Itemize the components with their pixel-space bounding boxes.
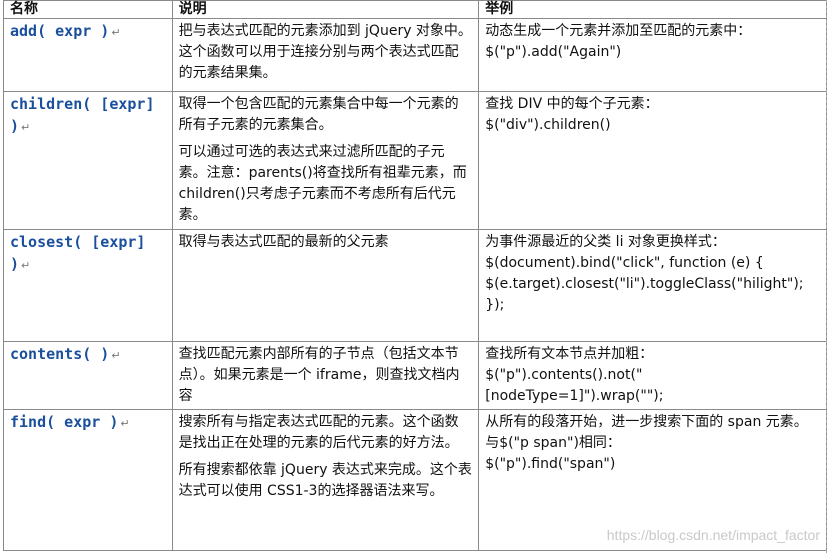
description-paragraph: 取得与表达式匹配的最新的父元素: [178, 234, 389, 250]
description-paragraph: 把与表达式匹配的元素添加到 jQuery 对象中。这个函数可以用于连接分别与两个…: [178, 23, 472, 81]
paragraph-mark-icon: ↵: [21, 121, 31, 134]
example-line: $(document).bind("click", function (e) {…: [485, 255, 804, 292]
description-paragraph: 搜索所有与指定表达式匹配的元素。这个函数是找出正在处理的元素的后代元素的好方法。: [178, 414, 459, 451]
table-row: contents( ) ↵ 查找匹配元素内部所有的子节点（包括文本节点）。如果元素是…: [3, 341, 827, 410]
description-paragraph: 可以通过可选的表达式来过滤所匹配的子元素。注意：parents()将查找所有祖辈…: [178, 144, 467, 223]
method-name: contents( ): [10, 345, 110, 363]
description-paragraph: 查找匹配元素内部所有的子节点（包括文本节点）。如果元素是一个 iframe，则查…: [178, 346, 460, 404]
description-cell: 搜索所有与指定表达式匹配的元素。这个函数是找出正在处理的元素的后代元素的好方法。…: [171, 409, 480, 551]
description-cell: 把与表达式匹配的元素添加到 jQuery 对象中。这个函数可以用于连接分别与两个…: [171, 18, 480, 92]
example-line: $("p").contents().not("[nodeType=1]").wr…: [485, 367, 664, 404]
paragraph-mark-icon: ↵: [120, 417, 130, 430]
example-line: 查找所有文本节点并加粗：: [485, 346, 654, 362]
example-line: });: [485, 297, 505, 313]
example-line: 查找 DIV 中的每个子元素：: [485, 96, 659, 112]
paragraph-mark-icon: ↵: [111, 349, 121, 362]
method-name: add( expr ): [10, 22, 110, 40]
example-line: 从所有的段落开始，进一步搜索下面的 span 元素。与$("p span")相同…: [485, 414, 808, 451]
watermark: https://blog.csdn.net/impact_factor: [606, 527, 820, 543]
method-name: children( [expr] ): [10, 95, 155, 135]
method-name: find( expr ): [10, 413, 119, 431]
header-name: 名称: [3, 0, 173, 19]
api-table: 名称 说明 举例 add( expr ) ↵ 把与表达式匹配的元素添加到 jQuer…: [3, 0, 827, 551]
example-line: $("p").find("span"): [485, 456, 616, 472]
description-cell: 取得一个包含匹配的元素集合中每一个元素的所有子元素的元素集合。可以通过可选的表达…: [171, 91, 480, 230]
example-cell: 查找 DIV 中的每个子元素： $("div").children(): [478, 91, 827, 230]
header-row: 名称 说明 举例: [3, 0, 827, 19]
table-body: add( expr ) ↵ 把与表达式匹配的元素添加到 jQuery 对象中。这个函…: [3, 18, 827, 551]
example-cell: 查找所有文本节点并加粗： $("p").contents().not("[node…: [478, 341, 827, 410]
method-name: closest( [expr] ): [10, 233, 146, 273]
paragraph-mark-icon: ↵: [21, 259, 31, 272]
method-name-cell: children( [expr] ) ↵: [3, 91, 173, 230]
paragraph-mark-icon: ↵: [111, 26, 121, 39]
description-paragraph: 所有搜索都依靠 jQuery 表达式来完成。这个表达式可以使用 CSS1-3的选…: [178, 462, 472, 499]
description-paragraph: 取得一个包含匹配的元素集合中每一个元素的所有子元素的元素集合。: [178, 96, 459, 133]
example-cell: 动态生成一个元素并添加至匹配的元素中： $("p").add("Again"): [478, 18, 827, 92]
table-row: add( expr ) ↵ 把与表达式匹配的元素添加到 jQuery 对象中。这个函…: [3, 18, 827, 92]
example-line: $("div").children(): [485, 117, 611, 133]
example-line: $("p").add("Again"): [485, 44, 622, 60]
header-desc: 说明: [171, 0, 480, 19]
table-row: closest( [expr] ) ↵ 取得与表达式匹配的最新的父元素 为事件源最近的…: [3, 229, 827, 342]
example-line: 为事件源最近的父类 li 对象更换样式：: [485, 234, 726, 250]
method-name-cell: find( expr ) ↵: [3, 409, 173, 551]
example-line: 动态生成一个元素并添加至匹配的元素中：: [485, 23, 752, 39]
method-name-cell: contents( ) ↵: [3, 341, 173, 410]
method-name-cell: add( expr ) ↵: [3, 18, 173, 92]
page-edge-divider: [826, 0, 832, 553]
description-cell: 取得与表达式匹配的最新的父元素: [171, 229, 480, 342]
header-example: 举例: [478, 0, 827, 19]
description-cell: 查找匹配元素内部所有的子节点（包括文本节点）。如果元素是一个 iframe，则查…: [171, 341, 480, 410]
method-name-cell: closest( [expr] ) ↵: [3, 229, 173, 342]
table-row: children( [expr] ) ↵ 取得一个包含匹配的元素集合中每一个元素的所…: [3, 91, 827, 230]
example-cell: 为事件源最近的父类 li 对象更换样式： $(document).bind("cl…: [478, 229, 827, 342]
